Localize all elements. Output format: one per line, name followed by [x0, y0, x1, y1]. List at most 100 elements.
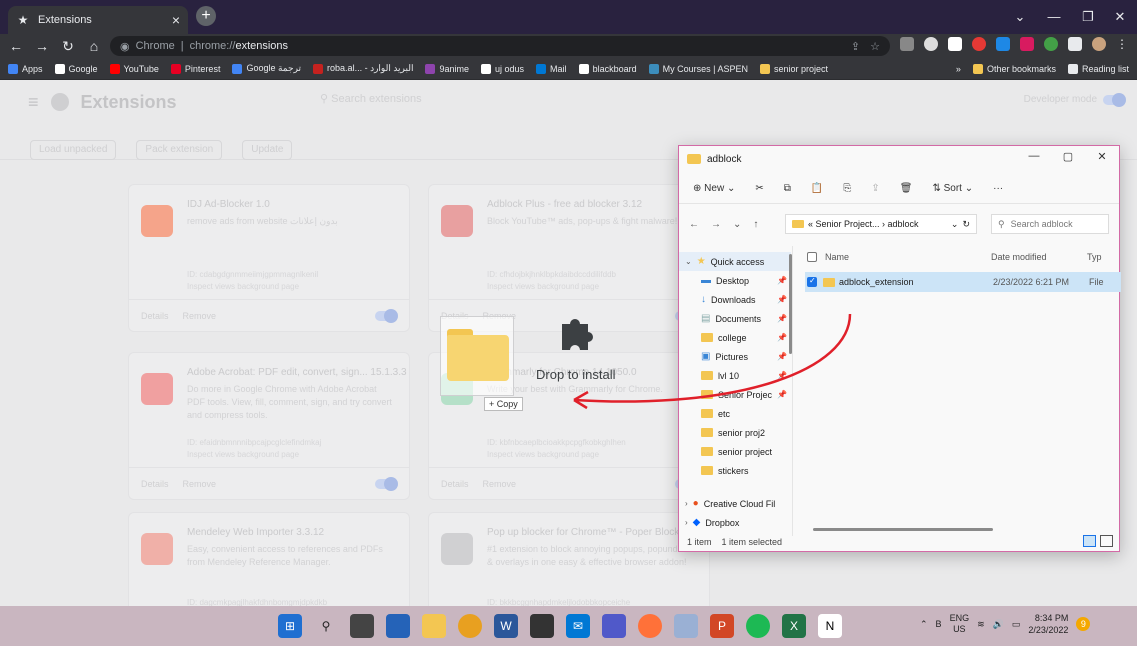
explorer-search-input[interactable]: ⚲ Search adblock: [991, 214, 1109, 234]
back-icon[interactable]: ←: [8, 38, 24, 54]
nav-scrollbar[interactable]: [789, 254, 792, 354]
ext-icon-4[interactable]: [972, 37, 986, 51]
delete-icon[interactable]: 🗑: [900, 183, 913, 194]
extensions-search[interactable]: ⚲ Search extensions: [320, 92, 650, 112]
file-checkbox[interactable]: [807, 276, 817, 287]
load-unpacked-button[interactable]: Load unpacked: [30, 140, 117, 160]
large-icons-view-icon[interactable]: [1100, 535, 1113, 547]
up-icon[interactable]: ↑: [753, 219, 758, 230]
bookmark-item[interactable]: roba.al... - البريد الوارد: [313, 63, 413, 74]
extension-enable-toggle[interactable]: [375, 476, 398, 491]
nav-item[interactable]: ▣ Pictures 📌: [679, 347, 791, 366]
battery-icon[interactable]: ▭: [1012, 619, 1021, 630]
nav-item[interactable]: lvl 10 📌: [679, 366, 791, 385]
nav-item[interactable]: etc: [679, 404, 791, 423]
chrome-icon[interactable]: [458, 614, 482, 638]
sort-button[interactable]: ⇅ Sort ⌄: [932, 183, 973, 194]
new-button[interactable]: ⊕ New ⌄: [693, 183, 735, 194]
details-button[interactable]: Details: [441, 479, 469, 489]
bookmark-item[interactable]: Pinterest: [170, 63, 220, 74]
ext-icon-2[interactable]: [924, 37, 938, 51]
file-explorer-icon[interactable]: [422, 614, 446, 638]
nav-item[interactable]: college 📌: [679, 328, 791, 347]
nav-item[interactable]: Senior Projec 📌: [679, 385, 791, 404]
remove-button[interactable]: Remove: [183, 311, 217, 321]
close-button[interactable]: ✕: [1087, 150, 1117, 163]
column-type[interactable]: Typ: [1087, 252, 1102, 262]
nav-item[interactable]: senior proj2: [679, 423, 791, 442]
menu-kebab-icon[interactable]: ⋮: [1116, 37, 1128, 51]
volume-icon[interactable]: 🔊: [993, 619, 1004, 630]
close-window-button[interactable]: ✕: [1104, 6, 1136, 28]
bookmark-item[interactable]: My Courses | ASPEN: [648, 63, 748, 74]
forward-icon[interactable]: →: [711, 219, 721, 230]
more-options-icon[interactable]: ···: [993, 183, 1003, 194]
ext-icon-3[interactable]: [948, 37, 962, 51]
bookmark-item[interactable]: uj odus: [481, 63, 524, 74]
bookmark-star-icon[interactable]: ☆: [870, 40, 880, 53]
maximize-button[interactable]: ❐: [1072, 6, 1104, 28]
details-button[interactable]: Details: [141, 479, 169, 489]
rename-icon[interactable]: ⎘: [843, 183, 851, 194]
notification-badge[interactable]: 9: [1076, 617, 1091, 631]
nav-item[interactable]: ⌄ ★ Quick access: [679, 252, 791, 271]
other-bookmarks[interactable]: Other bookmarks: [972, 63, 1056, 74]
notepad-icon[interactable]: [674, 614, 698, 638]
language-indicator[interactable]: ENG US: [950, 613, 970, 635]
more-bookmarks-icon[interactable]: »: [956, 64, 961, 74]
chevron-icon[interactable]: ›: [685, 518, 688, 527]
bookmark-item[interactable]: YouTube: [109, 63, 159, 74]
remove-button[interactable]: Remove: [183, 479, 217, 489]
chevron-icon[interactable]: ›: [685, 499, 688, 508]
nav-item[interactable]: stickers: [679, 461, 791, 480]
reload-icon[interactable]: ↻: [60, 38, 76, 55]
update-button[interactable]: Update: [242, 140, 293, 160]
widgets-icon[interactable]: [386, 614, 410, 638]
notion-icon[interactable]: N: [818, 614, 842, 638]
refresh-icon[interactable]: ↻: [962, 219, 970, 230]
spotify-icon[interactable]: [746, 614, 770, 638]
details-view-icon[interactable]: [1083, 535, 1096, 547]
hamburger-menu-icon[interactable]: ≡: [28, 92, 39, 113]
store-icon[interactable]: [530, 614, 554, 638]
nav-item[interactable]: senior project: [679, 442, 791, 461]
developer-mode-toggle[interactable]: Developer mode: [1024, 92, 1126, 107]
teams-icon[interactable]: [602, 614, 626, 638]
explorer-address-bar[interactable]: « Senior Project... › adblock ⌄ ↻: [785, 214, 977, 234]
nav-item[interactable]: ▤ Documents 📌: [679, 309, 791, 328]
ext-icon-6[interactable]: [1020, 37, 1034, 51]
share-icon[interactable]: ⇪: [871, 183, 879, 194]
profile-avatar[interactable]: [1092, 37, 1106, 51]
new-tab-button[interactable]: +: [196, 6, 216, 26]
bookmark-item[interactable]: blackboard: [578, 63, 637, 74]
bookmark-item[interactable]: Apps: [8, 63, 43, 74]
extensions-puzzle-icon[interactable]: [1068, 37, 1082, 51]
back-icon[interactable]: ←: [689, 219, 699, 230]
copy-icon[interactable]: ⧉: [784, 183, 791, 194]
search-icon[interactable]: ⚲: [314, 614, 338, 638]
share-icon[interactable]: ⇪: [851, 40, 860, 53]
paste-icon[interactable]: 📋: [811, 183, 823, 194]
ext-icon-5[interactable]: [996, 37, 1010, 51]
minimize-button[interactable]: —: [1019, 150, 1049, 162]
task-view-icon[interactable]: [350, 614, 374, 638]
pack-extension-button[interactable]: Pack extension: [136, 140, 223, 160]
mail-icon[interactable]: ✉: [566, 614, 590, 638]
wifi-icon[interactable]: ≋: [977, 619, 985, 630]
minimize-button[interactable]: —: [1038, 6, 1070, 28]
forward-icon[interactable]: →: [34, 38, 50, 54]
bookmark-item[interactable]: Google ترجمة: [232, 63, 301, 74]
bookmark-item[interactable]: 9anime: [425, 63, 469, 74]
tab-search-icon[interactable]: ⌄: [1004, 6, 1036, 28]
excel-icon[interactable]: X: [782, 614, 806, 638]
powerpoint-icon[interactable]: P: [710, 614, 734, 638]
remove-button[interactable]: Remove: [483, 479, 517, 489]
home-icon[interactable]: ⌂: [86, 38, 102, 54]
nav-item[interactable]: › ◆ Dropbox: [679, 513, 791, 532]
address-bar[interactable]: ◉ Chrome | chrome:// extensions ⇪ ☆: [110, 36, 890, 56]
nav-item[interactable]: ▬ Desktop 📌: [679, 271, 791, 290]
maximize-button[interactable]: ▢: [1053, 150, 1083, 163]
reading-list[interactable]: Reading list: [1067, 63, 1129, 74]
column-name[interactable]: Name: [825, 252, 991, 262]
bookmark-item[interactable]: Mail: [536, 63, 567, 74]
